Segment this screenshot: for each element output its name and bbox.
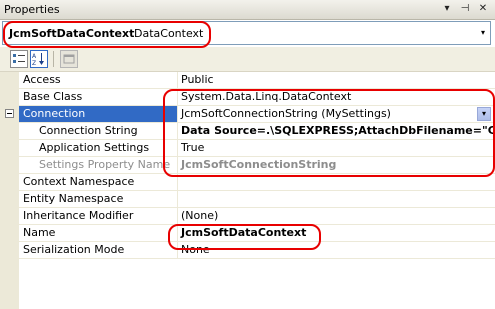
property-value[interactable]: (None) (178, 208, 495, 224)
property-name: Name (23, 226, 56, 239)
property-row-entity-namespace[interactable]: Entity Namespace (0, 191, 495, 208)
property-name: Application Settings (39, 141, 150, 154)
properties-toolbar: A Z (0, 47, 495, 72)
collapse-icon[interactable] (5, 109, 14, 118)
property-name: Serialization Mode (23, 243, 125, 256)
property-name: Connection String (39, 124, 138, 137)
categorized-icon (13, 54, 25, 63)
categorized-button[interactable] (10, 50, 28, 68)
pin-icon[interactable]: ⊣ (458, 2, 472, 16)
alphabetical-button[interactable]: A Z (30, 50, 48, 68)
property-name: Access (23, 73, 61, 86)
property-value[interactable] (178, 191, 495, 207)
callout-object-selector (3, 21, 211, 48)
chevron-down-icon[interactable]: ▾ (478, 25, 488, 41)
property-row-access[interactable]: Access Public (0, 72, 495, 89)
svg-text:Z: Z (32, 60, 36, 67)
property-pages-button[interactable] (60, 50, 78, 68)
property-row-inheritance-modifier[interactable]: Inheritance Modifier (None) (0, 208, 495, 225)
callout-name-value (168, 224, 321, 250)
window-menu-dropdown-icon[interactable]: ▾ (440, 2, 454, 16)
property-pages-icon (63, 54, 75, 64)
callout-connection-group (163, 89, 495, 177)
property-value[interactable]: Public (178, 72, 495, 88)
svg-text:A: A (32, 53, 37, 60)
window-title: Properties (4, 3, 60, 16)
toolbar-separator (53, 51, 54, 67)
sort-alphabetical-icon: A Z (32, 53, 44, 67)
property-name: Settings Property Name (39, 158, 171, 171)
property-name: Base Class (23, 90, 83, 103)
property-name: Context Namespace (23, 175, 135, 188)
title-bar: Properties ▾ ⊣ ✕ (0, 0, 495, 20)
property-name: Inheritance Modifier (23, 209, 134, 222)
close-icon[interactable]: ✕ (476, 2, 490, 16)
property-name: Entity Namespace (23, 192, 124, 205)
property-name: Connection (19, 106, 177, 122)
